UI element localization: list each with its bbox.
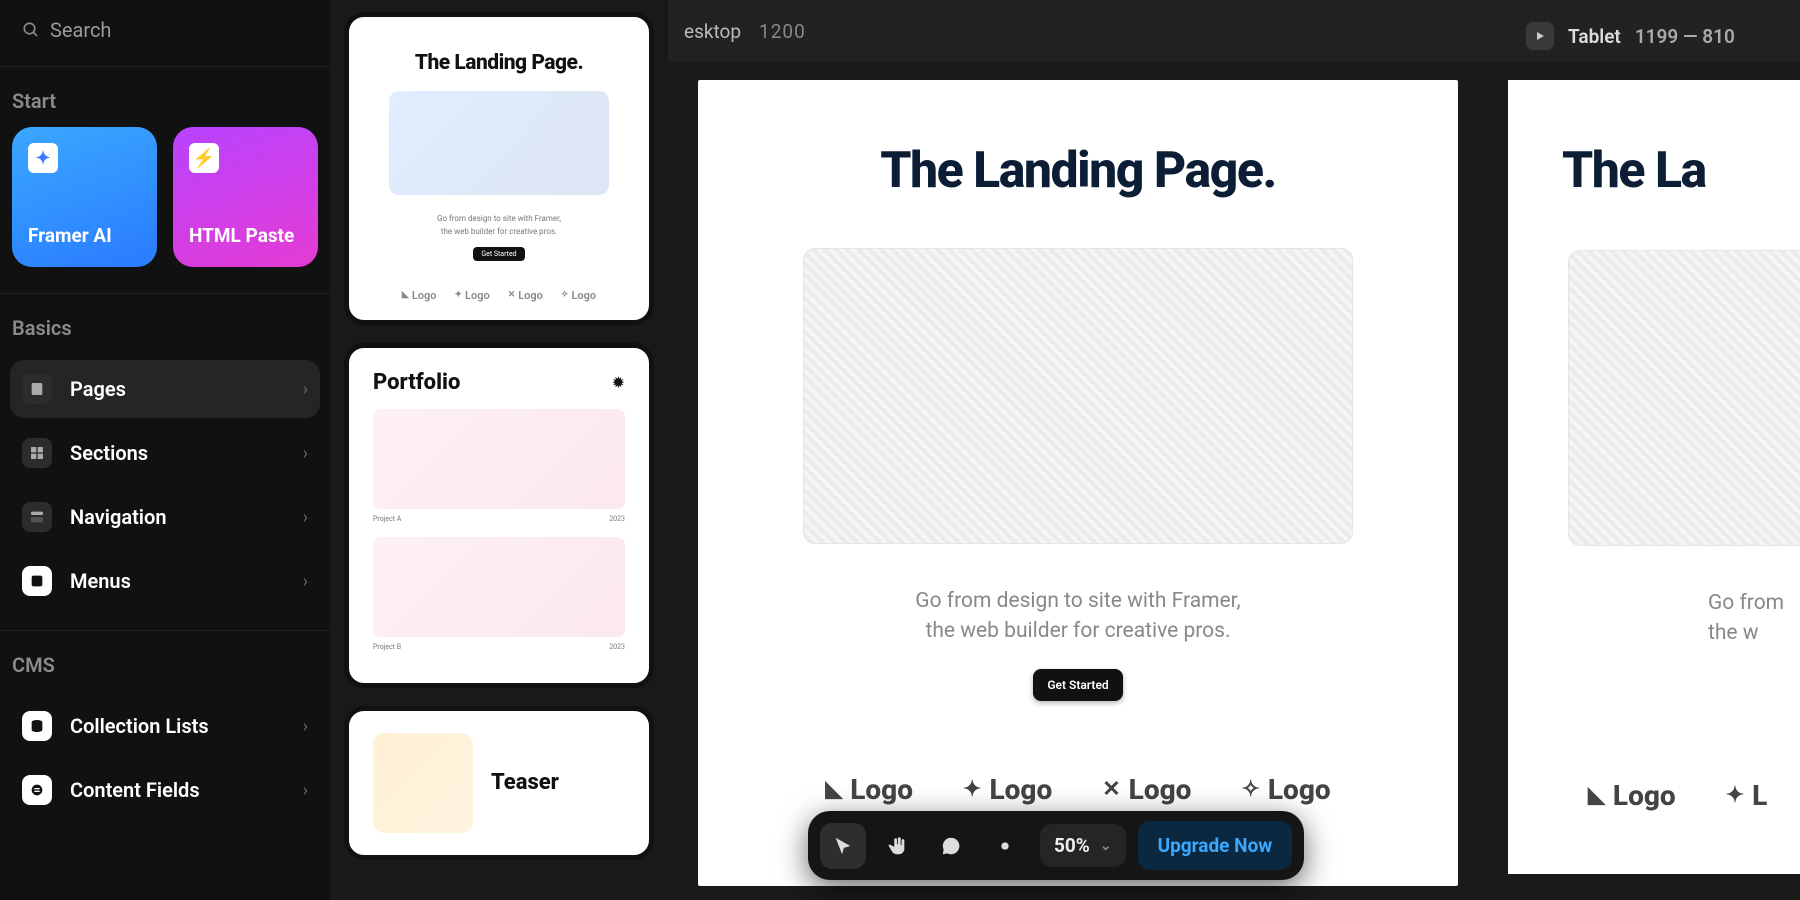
theme-tool[interactable] bbox=[982, 823, 1028, 869]
sidebar-item-label: Pages bbox=[70, 377, 285, 401]
hand-tool[interactable] bbox=[874, 823, 920, 869]
logo-icon: ✧ bbox=[561, 290, 569, 300]
zoom-selector[interactable]: 50% ⌄ bbox=[1040, 824, 1126, 867]
template-teaser[interactable]: Teaser bbox=[344, 706, 654, 860]
start-tile-html-paste[interactable]: ⚡ HTML Paste bbox=[173, 127, 318, 267]
chevron-right-icon: › bbox=[303, 507, 308, 528]
section-title-start: Start bbox=[0, 77, 330, 127]
page-icon bbox=[22, 374, 52, 404]
logo-icon: ✦ bbox=[963, 777, 981, 802]
search-input[interactable]: Search bbox=[0, 4, 330, 62]
sidebar-item-label: Menus bbox=[70, 569, 285, 593]
upgrade-button[interactable]: Upgrade Now bbox=[1138, 821, 1293, 870]
project-placeholder bbox=[373, 537, 625, 637]
tablet-artboard[interactable]: The La Go fromthe w ◣Logo ✦L bbox=[1508, 80, 1800, 874]
template-title: Teaser bbox=[491, 770, 559, 795]
chevron-right-icon: › bbox=[303, 443, 308, 464]
navigation-icon bbox=[22, 502, 52, 532]
logo-icon: ✦ bbox=[454, 290, 462, 300]
device-width: 1200 bbox=[759, 20, 806, 43]
teaser-block bbox=[373, 733, 473, 833]
start-tile-label: HTML Paste bbox=[189, 224, 302, 247]
left-sidebar: Search Start ✦ Framer AI ⚡ HTML Paste Ba… bbox=[0, 0, 330, 900]
chevron-right-icon: › bbox=[303, 379, 308, 400]
device-label: esktop bbox=[684, 20, 741, 43]
template-logos: ◣Logo ✦Logo ✕Logo ✧Logo bbox=[373, 289, 625, 302]
templates-panel: The Landing Page. Go from design to site… bbox=[330, 0, 668, 900]
sections-icon bbox=[22, 438, 52, 468]
sidebar-item-label: Navigation bbox=[70, 505, 285, 529]
sidebar-item-label: Content Fields bbox=[70, 778, 285, 802]
bolt-icon: ⚡ bbox=[189, 143, 219, 173]
menus-icon bbox=[22, 566, 52, 596]
divider bbox=[0, 293, 330, 294]
sidebar-item-pages[interactable]: Pages › bbox=[10, 360, 320, 418]
project-name: Project B bbox=[373, 643, 401, 651]
sidebar-item-label: Collection Lists bbox=[70, 714, 285, 738]
chevron-down-icon: ⌄ bbox=[1100, 838, 1112, 854]
template-hero-placeholder bbox=[389, 91, 609, 195]
project-name: Project A bbox=[373, 515, 401, 523]
search-placeholder: Search bbox=[50, 18, 111, 42]
divider bbox=[0, 66, 330, 67]
sidebar-item-sections[interactable]: Sections › bbox=[10, 424, 320, 482]
chevron-right-icon: › bbox=[303, 716, 308, 737]
tool-dock: 50% ⌄ Upgrade Now bbox=[808, 811, 1304, 880]
hero-image-placeholder bbox=[803, 248, 1353, 544]
play-icon bbox=[1526, 22, 1554, 50]
logo-icon: ✦ bbox=[1726, 783, 1744, 808]
template-title: Portfolio bbox=[373, 370, 460, 395]
section-title-cms: CMS bbox=[0, 641, 330, 691]
logo-icon: ✕ bbox=[1102, 777, 1120, 802]
canvas[interactable]: esktop 1200 Breakpoint + Tablet 1199 — 8… bbox=[668, 0, 1800, 900]
page-heading: The La bbox=[1508, 142, 1800, 200]
artboard-name: Tablet bbox=[1568, 25, 1621, 48]
page-heading: The Landing Page. bbox=[698, 142, 1458, 200]
template-title: The Landing Page. bbox=[373, 51, 625, 75]
logo-row: ◣Logo ✦L bbox=[1508, 779, 1800, 812]
start-tile-label: Framer AI bbox=[28, 224, 141, 247]
plus-sparkle-icon: ✦ bbox=[28, 143, 58, 173]
sidebar-item-menus[interactable]: Menus › bbox=[10, 552, 320, 610]
project-year: 2023 bbox=[609, 643, 625, 651]
logo-icon: ◣ bbox=[825, 777, 842, 802]
project-year: 2023 bbox=[609, 515, 625, 523]
sidebar-item-navigation[interactable]: Navigation › bbox=[10, 488, 320, 546]
hero-image-placeholder bbox=[1568, 250, 1800, 546]
artboard-range: 1199 — 810 bbox=[1635, 25, 1735, 48]
get-started-button: Get Started bbox=[1033, 669, 1122, 701]
section-title-basics: Basics bbox=[0, 304, 330, 354]
divider bbox=[0, 630, 330, 631]
template-cta: Get Started bbox=[473, 247, 524, 261]
template-landing-page[interactable]: The Landing Page. Go from design to site… bbox=[344, 12, 654, 325]
project-placeholder bbox=[373, 409, 625, 509]
comment-tool[interactable] bbox=[928, 823, 974, 869]
logo-icon: ✧ bbox=[1241, 777, 1259, 802]
sidebar-item-content-fields[interactable]: Content Fields › bbox=[10, 761, 320, 819]
search-icon bbox=[22, 21, 40, 39]
logo-icon: ◣ bbox=[1588, 783, 1605, 808]
database-icon bbox=[22, 711, 52, 741]
chevron-right-icon: › bbox=[303, 571, 308, 592]
template-subtitle: Go from design to site with Framer,the w… bbox=[373, 213, 625, 239]
select-tool[interactable] bbox=[820, 823, 866, 869]
page-subtitle: Go fromthe w bbox=[1508, 588, 1800, 649]
tablet-artboard-header[interactable]: Tablet 1199 — 810 bbox=[1506, 16, 1800, 56]
logo-icon: ◣ bbox=[402, 290, 409, 300]
page-subtitle: Go from design to site with Framer,the w… bbox=[698, 586, 1458, 647]
sparkle-icon: ✹ bbox=[612, 373, 625, 392]
logo-icon: ✕ bbox=[508, 290, 516, 300]
zoom-value: 50% bbox=[1054, 834, 1090, 857]
template-portfolio[interactable]: Portfolio ✹ Project A 2023 Project B 2023 bbox=[344, 343, 654, 688]
start-tile-framer-ai[interactable]: ✦ Framer AI bbox=[12, 127, 157, 267]
logo-row: ◣Logo ✦Logo ✕Logo ✧Logo bbox=[698, 773, 1458, 806]
sidebar-item-label: Sections bbox=[70, 441, 285, 465]
chevron-right-icon: › bbox=[303, 780, 308, 801]
desktop-artboard[interactable]: The Landing Page. Go from design to site… bbox=[698, 80, 1458, 886]
sidebar-item-collection-lists[interactable]: Collection Lists › bbox=[10, 697, 320, 755]
content-icon bbox=[22, 775, 52, 805]
